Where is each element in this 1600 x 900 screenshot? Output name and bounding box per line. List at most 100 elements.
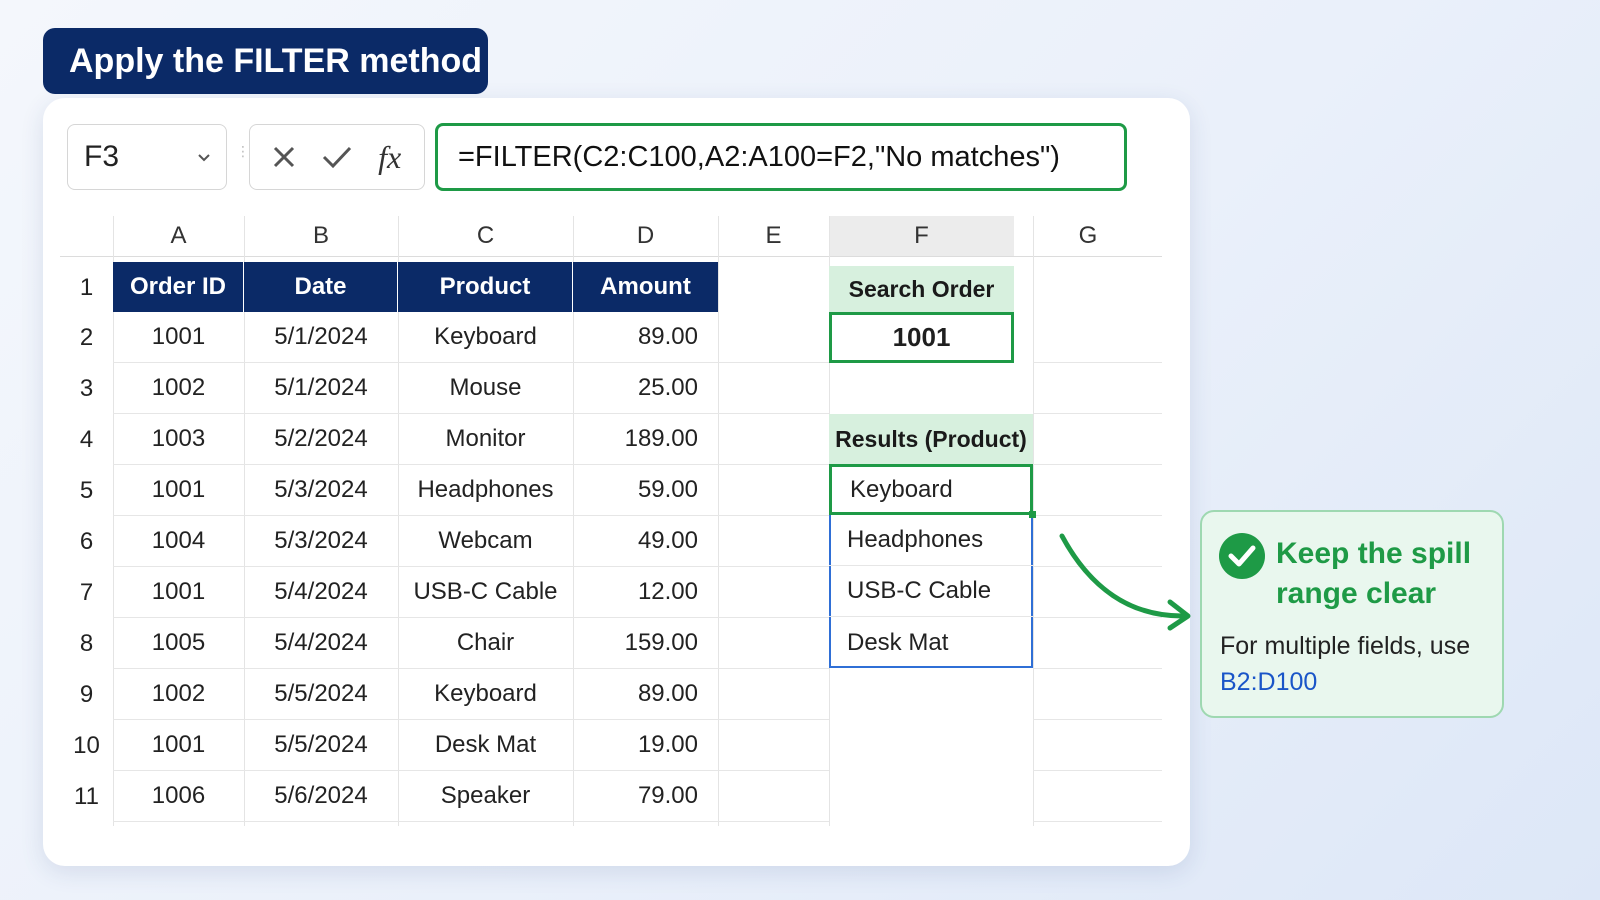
row-header[interactable]: 8 xyxy=(60,618,114,669)
table-cell[interactable]: 1001 xyxy=(113,720,244,771)
table-cell[interactable]: 5/3/2024 xyxy=(244,465,398,516)
row-header[interactable]: 3 xyxy=(60,363,114,414)
row-header[interactable]: 4 xyxy=(60,414,114,465)
table-cell[interactable]: 89.00 xyxy=(573,312,718,363)
table-cell[interactable]: 1002 xyxy=(113,363,244,414)
formula-input[interactable]: =FILTER(C2:C100,A2:A100=F2,"No matches") xyxy=(435,123,1127,191)
table-cell[interactable]: 1005 xyxy=(113,618,244,669)
row-header[interactable]: 11 xyxy=(60,771,114,822)
table-cell[interactable]: 79.00 xyxy=(573,771,718,822)
result-cell[interactable]: Headphones xyxy=(829,515,1033,566)
header-date[interactable]: Date xyxy=(244,262,398,312)
empty-cell[interactable] xyxy=(718,720,829,771)
result-cell[interactable]: Keyboard xyxy=(829,464,1033,515)
table-cell[interactable]: 25.00 xyxy=(573,363,718,414)
results-label[interactable]: Results (Product) xyxy=(829,414,1033,464)
table-cell[interactable]: 1003 xyxy=(113,414,244,465)
confirm-check-icon[interactable] xyxy=(315,135,359,179)
table-cell[interactable]: Keyboard xyxy=(398,312,573,363)
table-cell[interactable]: 5/2/2024 xyxy=(244,414,398,465)
row-header[interactable]: 6 xyxy=(60,516,114,567)
column-header-b[interactable]: B xyxy=(244,216,398,257)
table-cell[interactable]: 59.00 xyxy=(573,465,718,516)
row-header[interactable]: 10 xyxy=(60,720,114,771)
table-cell[interactable]: 1004 xyxy=(113,516,244,567)
check-circle-icon xyxy=(1218,532,1266,585)
row-header[interactable]: 1 xyxy=(60,262,114,313)
empty-cell[interactable] xyxy=(718,669,829,720)
result-cell[interactable]: USB-C Cable xyxy=(829,566,1033,617)
column-header-e[interactable]: E xyxy=(718,216,829,257)
table-cell[interactable]: Monitor xyxy=(398,414,573,465)
table-cell[interactable]: 12.00 xyxy=(573,567,718,618)
empty-cell[interactable] xyxy=(718,465,829,516)
search-order-input[interactable]: 1001 xyxy=(829,312,1014,363)
pointer-arrow-icon xyxy=(1059,533,1191,631)
table-cell[interactable]: 49.00 xyxy=(573,516,718,567)
drag-handle-icon[interactable]: ⋮ xyxy=(236,144,250,158)
name-box[interactable]: F3 xyxy=(67,124,227,190)
row-header[interactable]: 7 xyxy=(60,567,114,618)
empty-cell[interactable] xyxy=(718,312,829,363)
table-cell[interactable]: Desk Mat xyxy=(398,720,573,771)
insert-function-icon[interactable]: fx xyxy=(368,135,412,179)
header-amount[interactable]: Amount xyxy=(573,262,718,312)
table-cell[interactable]: Chair xyxy=(398,618,573,669)
table-cell[interactable]: 5/3/2024 xyxy=(244,516,398,567)
corner-select-all[interactable] xyxy=(60,216,113,257)
column-header-a[interactable]: A xyxy=(113,216,244,257)
empty-cell[interactable] xyxy=(718,363,829,414)
empty-cell[interactable] xyxy=(718,618,829,669)
empty-cell[interactable] xyxy=(1033,771,1162,822)
table-cell[interactable]: 19.00 xyxy=(573,720,718,771)
header-order-id[interactable]: Order ID xyxy=(113,262,244,312)
table-cell[interactable]: 5/1/2024 xyxy=(244,363,398,414)
table-cell[interactable]: Headphones xyxy=(398,465,573,516)
header-product[interactable]: Product xyxy=(398,262,573,312)
table-cell[interactable]: 5/4/2024 xyxy=(244,567,398,618)
column-header-g[interactable]: G xyxy=(1014,216,1162,257)
row-header[interactable]: 5 xyxy=(60,465,114,516)
row-header[interactable]: 9 xyxy=(60,669,114,720)
column-header-f[interactable]: F xyxy=(829,216,1014,257)
empty-cell[interactable] xyxy=(1033,363,1162,414)
table-cell[interactable]: 89.00 xyxy=(573,669,718,720)
table-cell[interactable]: 5/1/2024 xyxy=(244,312,398,363)
page-title: Apply the FILTER method xyxy=(43,28,488,94)
empty-cell[interactable] xyxy=(1033,414,1162,465)
tip-title: Keep the spill range clear xyxy=(1276,537,1472,610)
table-cell[interactable]: 5/5/2024 xyxy=(244,669,398,720)
empty-cell[interactable] xyxy=(1033,720,1162,771)
table-cell[interactable]: 5/4/2024 xyxy=(244,618,398,669)
search-order-label[interactable]: Search Order xyxy=(829,266,1014,312)
empty-cell[interactable] xyxy=(1033,465,1162,516)
cancel-icon[interactable] xyxy=(262,135,306,179)
name-box-value: F3 xyxy=(84,140,120,173)
table-cell[interactable]: 1002 xyxy=(113,669,244,720)
table-cell[interactable]: 189.00 xyxy=(573,414,718,465)
table-cell[interactable]: Keyboard xyxy=(398,669,573,720)
table-cell[interactable]: 1006 xyxy=(113,771,244,822)
result-cell[interactable]: Desk Mat xyxy=(829,617,1033,668)
column-header-d[interactable]: D xyxy=(573,216,718,257)
empty-cell[interactable] xyxy=(1033,669,1162,720)
empty-cell[interactable] xyxy=(718,567,829,618)
empty-cell[interactable] xyxy=(718,771,829,822)
column-header-c[interactable]: C xyxy=(398,216,573,257)
chevron-down-icon[interactable] xyxy=(196,149,212,165)
table-cell[interactable]: Webcam xyxy=(398,516,573,567)
table-cell[interactable]: 159.00 xyxy=(573,618,718,669)
empty-cell[interactable] xyxy=(1033,312,1162,363)
empty-cell[interactable] xyxy=(718,414,829,465)
table-cell[interactable]: 1001 xyxy=(113,465,244,516)
row-header[interactable]: 2 xyxy=(60,312,114,363)
table-cell[interactable]: 1001 xyxy=(113,567,244,618)
table-cell[interactable]: 5/6/2024 xyxy=(244,771,398,822)
table-cell[interactable]: USB-C Cable xyxy=(398,567,573,618)
tip-body: For multiple fields, use B2:D100 xyxy=(1220,628,1490,700)
table-cell[interactable]: 1001 xyxy=(113,312,244,363)
empty-cell[interactable] xyxy=(718,516,829,567)
table-cell[interactable]: 5/5/2024 xyxy=(244,720,398,771)
table-cell[interactable]: Mouse xyxy=(398,363,573,414)
table-cell[interactable]: Speaker xyxy=(398,771,573,822)
